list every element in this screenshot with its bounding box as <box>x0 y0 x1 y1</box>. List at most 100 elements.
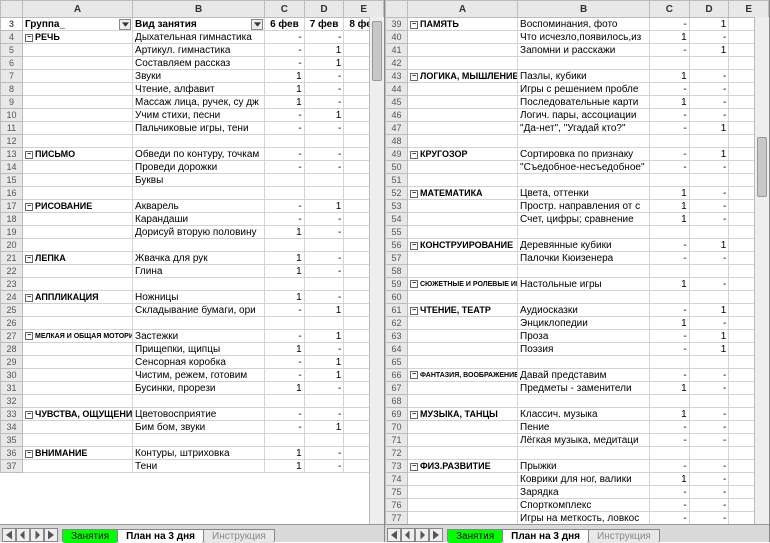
cell-activity[interactable]: Воспоминания, фото <box>518 18 650 31</box>
cell-val-d[interactable]: 1 <box>304 109 344 122</box>
row-header[interactable]: 19 <box>1 226 23 239</box>
cell-category[interactable] <box>23 304 133 317</box>
table-row[interactable]: 41Запомни и расскажи-1- <box>386 44 769 57</box>
cell-activity[interactable]: Дорисуй вторую половину <box>133 226 265 239</box>
cell-val-c[interactable] <box>650 356 690 369</box>
left-table[interactable]: A B C D E 3Группа_Вид занятия6 фев7 фев8… <box>0 0 384 473</box>
row-header[interactable]: 46 <box>386 109 408 122</box>
table-row[interactable]: 11Пальчиковые игры, тени--- <box>1 122 384 135</box>
cell-activity[interactable]: Составляем рассказ <box>133 57 265 70</box>
cell-activity[interactable]: Буквы <box>133 174 265 187</box>
cell-category[interactable] <box>408 57 518 70</box>
cell-activity[interactable] <box>518 174 650 187</box>
cell-val-d[interactable]: 1 <box>304 330 344 343</box>
cell-date-2[interactable]: 7 фев <box>304 18 344 31</box>
table-row[interactable]: 62Энциклопедии1-- <box>386 317 769 330</box>
cell-val-c[interactable]: - <box>265 356 305 369</box>
cell-activity[interactable]: Цветовосприятие <box>133 408 265 421</box>
cell-val-d[interactable]: - <box>689 96 729 109</box>
cell-category[interactable]: −КРУГОЗОР <box>408 148 518 161</box>
table-row[interactable]: 70Пение--1 <box>386 421 769 434</box>
cell-activity[interactable]: Последовательные карти <box>518 96 650 109</box>
table-row[interactable]: 59−СЮЖЕТНЫЕ И РОЛЕВЫЕ ИГРЫНастольные игр… <box>386 278 769 291</box>
row-header[interactable]: 31 <box>1 382 23 395</box>
cell-activity[interactable]: Классич. музыка <box>518 408 650 421</box>
cell-activity[interactable]: Игры на меткость, ловкос <box>518 512 650 525</box>
table-row[interactable]: 18Карандаши--1 <box>1 213 384 226</box>
sheet-tab[interactable]: Инструкция <box>588 529 660 543</box>
row-header[interactable]: 32 <box>1 395 23 408</box>
table-row[interactable]: 76Спорткомплекс--- <box>386 499 769 512</box>
row-header[interactable]: 63 <box>386 330 408 343</box>
cell-activity[interactable]: Застежки <box>133 330 265 343</box>
cell-category[interactable] <box>408 44 518 57</box>
cell-val-c[interactable] <box>265 187 305 200</box>
table-row[interactable]: 45Последовательные карти1-- <box>386 96 769 109</box>
sheet-tab[interactable]: Занятия <box>62 529 118 543</box>
cell-val-c[interactable] <box>265 239 305 252</box>
cell-val-c[interactable] <box>650 447 690 460</box>
cell-activity[interactable]: Акварель <box>133 200 265 213</box>
cell-activity[interactable]: Артикул. гимнастика <box>133 44 265 57</box>
cell-val-d[interactable]: - <box>304 161 344 174</box>
cell-activity-header[interactable]: Вид занятия <box>133 18 265 31</box>
cell-val-c[interactable]: - <box>265 330 305 343</box>
table-row[interactable]: 27−МЕЛКАЯ И ОБЩАЯ МОТОРИКАЗастежки-1- <box>1 330 384 343</box>
vscrollbar[interactable] <box>754 17 769 524</box>
tab-first-icon[interactable] <box>2 528 16 542</box>
cell-val-d[interactable] <box>689 291 729 304</box>
cell-val-c[interactable] <box>650 174 690 187</box>
cell-val-d[interactable]: - <box>304 148 344 161</box>
row-header[interactable]: 73 <box>386 460 408 473</box>
cell-val-d[interactable]: - <box>689 408 729 421</box>
row-header[interactable]: 29 <box>1 356 23 369</box>
table-row[interactable]: 55 <box>386 226 769 239</box>
cell-activity[interactable] <box>133 278 265 291</box>
cell-activity[interactable] <box>518 226 650 239</box>
col-header-d[interactable]: D <box>689 1 729 18</box>
cell-activity[interactable]: Карандаши <box>133 213 265 226</box>
cell-val-c[interactable]: - <box>265 161 305 174</box>
cell-val-c[interactable]: - <box>650 122 690 135</box>
row-header[interactable]: 4 <box>1 31 23 44</box>
cell-val-c[interactable] <box>265 434 305 447</box>
cell-val-d[interactable] <box>304 174 344 187</box>
row-header[interactable]: 69 <box>386 408 408 421</box>
cell-category[interactable]: −КОНСТРУИРОВАНИЕ <box>408 239 518 252</box>
row-header[interactable]: 67 <box>386 382 408 395</box>
cell-val-c[interactable]: 1 <box>650 473 690 486</box>
cell-val-c[interactable]: 1 <box>265 96 305 109</box>
cell-category[interactable] <box>408 473 518 486</box>
row-header[interactable]: 16 <box>1 187 23 200</box>
row-header[interactable]: 45 <box>386 96 408 109</box>
cell-category[interactable] <box>408 135 518 148</box>
cell-val-d[interactable]: - <box>689 473 729 486</box>
cell-category[interactable]: −МЕЛКАЯ И ОБЩАЯ МОТОРИКА <box>23 330 133 343</box>
cell-activity[interactable] <box>518 57 650 70</box>
cell-category[interactable]: −ЧУВСТВА, ОЩУЩЕНИЯ <box>23 408 133 421</box>
table-row[interactable]: 53Простр. направления от с1-- <box>386 200 769 213</box>
cell-val-c[interactable]: - <box>650 252 690 265</box>
outline-collapse-icon[interactable]: − <box>410 280 418 288</box>
table-row[interactable]: 69−МУЗЫКА, ТАНЦЫКлассич. музыка1-- <box>386 408 769 421</box>
table-row[interactable]: 7Звуки1-1 <box>1 70 384 83</box>
row-header[interactable]: 53 <box>386 200 408 213</box>
cell-val-c[interactable]: - <box>265 408 305 421</box>
row-header[interactable]: 6 <box>1 57 23 70</box>
cell-category[interactable] <box>408 330 518 343</box>
cell-category[interactable] <box>23 434 133 447</box>
cell-category[interactable] <box>408 83 518 96</box>
cell-activity[interactable] <box>518 447 650 460</box>
cell-val-c[interactable] <box>650 135 690 148</box>
col-header-a[interactable]: A <box>23 1 133 18</box>
cell-activity[interactable]: Массаж лица, ручек, су дж <box>133 96 265 109</box>
cell-category[interactable] <box>23 96 133 109</box>
cell-category[interactable] <box>23 83 133 96</box>
cell-val-c[interactable]: - <box>650 343 690 356</box>
cell-val-c[interactable]: - <box>650 239 690 252</box>
cell-activity[interactable] <box>133 187 265 200</box>
table-row[interactable]: 43−ЛОГИКА, МЫШЛЕНИЕПазлы, кубики1-- <box>386 70 769 83</box>
row-header[interactable]: 61 <box>386 304 408 317</box>
outline-collapse-icon[interactable]: − <box>25 34 33 42</box>
cell-category[interactable] <box>408 265 518 278</box>
